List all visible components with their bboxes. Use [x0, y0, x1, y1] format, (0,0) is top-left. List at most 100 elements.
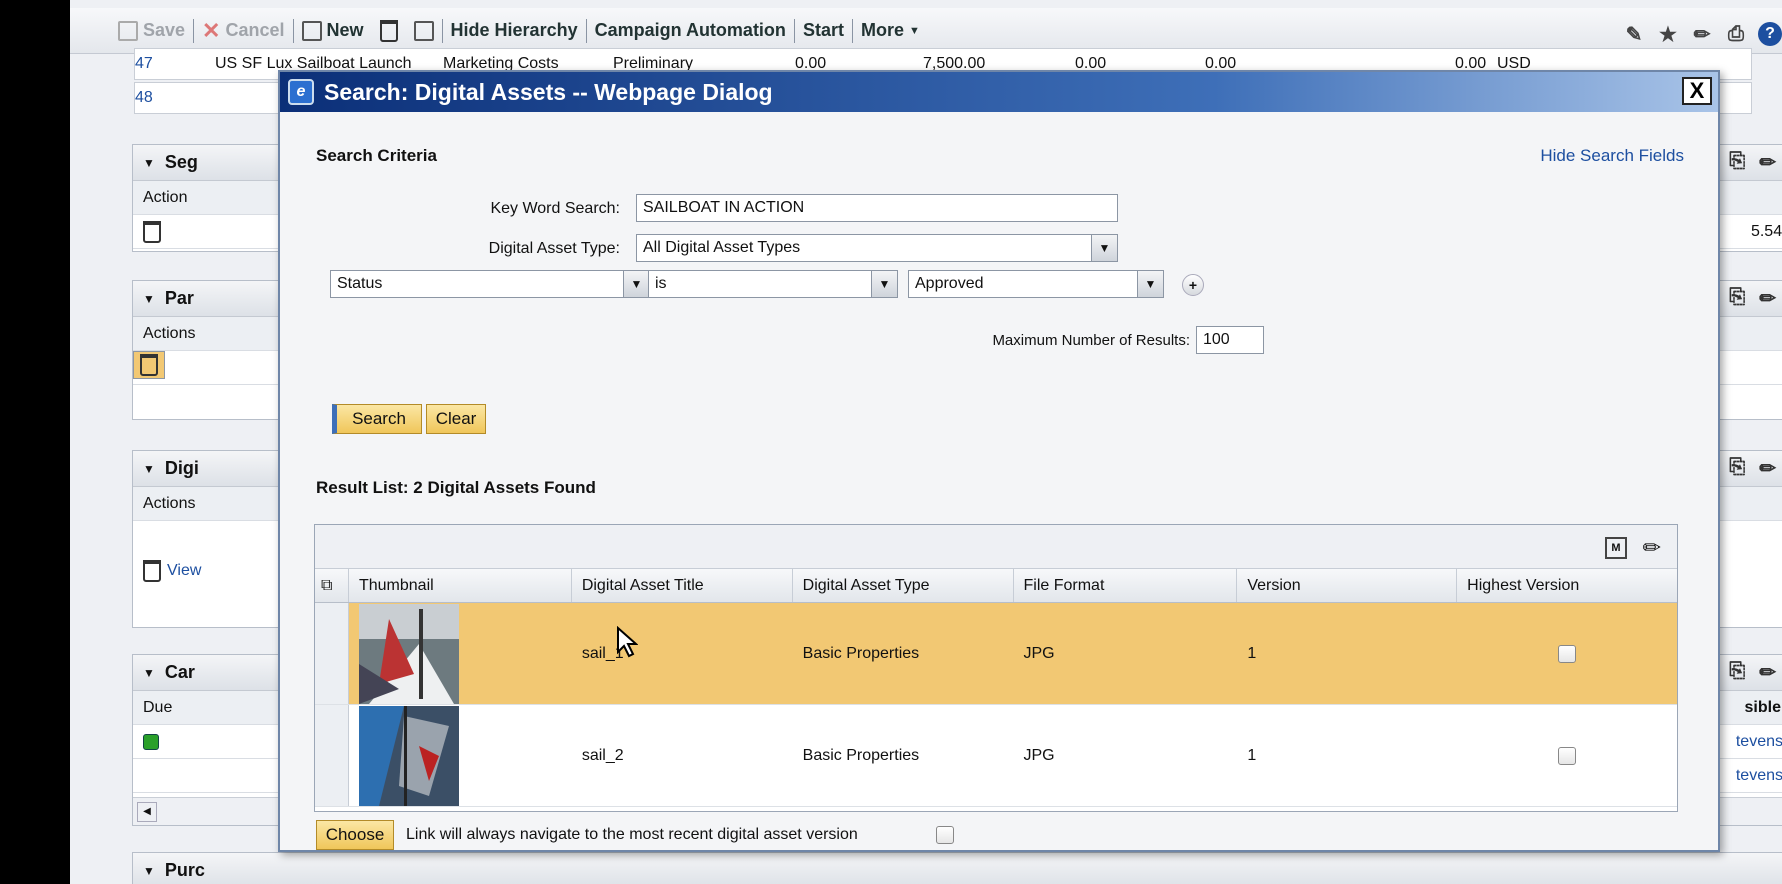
- highest-version-checkbox[interactable]: [1558, 746, 1577, 765]
- hide-hierarchy-button[interactable]: Hide Hierarchy: [443, 20, 586, 41]
- link-note: Link will always navigate to the most re…: [406, 826, 858, 843]
- copy-icon[interactable]: ⎘: [1729, 286, 1745, 311]
- thumbnail-cell: [349, 603, 572, 704]
- dialog-body: Search Criteria Hide Search Fields Key W…: [280, 112, 1718, 850]
- column-header[interactable]: File Format: [1014, 569, 1238, 602]
- new-document-icon: [301, 20, 322, 41]
- sailboat-thumbnail[interactable]: [358, 706, 459, 806]
- campaign-automation-button[interactable]: Campaign Automation: [587, 20, 794, 41]
- copy-icon[interactable]: ⎘: [1729, 456, 1745, 481]
- help-icon[interactable]: ?: [1758, 22, 1782, 46]
- asset-type-label: Digital Asset Type:: [488, 240, 620, 257]
- result-list-title: Result List: 2 Digital Assets Found: [316, 478, 596, 497]
- filter-field-select[interactable]: Status ▼: [330, 270, 650, 298]
- select-all-icon[interactable]: ⧉: [315, 569, 349, 602]
- sailboat-thumbnail[interactable]: [358, 604, 459, 704]
- column-header[interactable]: Thumbnail: [349, 569, 572, 602]
- cancel-button[interactable]: ✕ Cancel: [194, 18, 292, 44]
- favorites-icon[interactable]: ★: [1656, 22, 1680, 46]
- chevron-down-icon: ▼: [908, 24, 920, 37]
- max-results-label: Maximum Number of Results:: [992, 332, 1190, 349]
- panel-tools: ⎘✏⧖: [1729, 456, 1782, 481]
- choose-button[interactable]: Choose: [316, 820, 394, 850]
- copy-icon[interactable]: ⎘: [1729, 150, 1745, 175]
- trash-icon[interactable]: [143, 560, 161, 582]
- table-header: ⧉ Thumbnail Digital Asset Title Digital …: [315, 569, 1677, 603]
- save-button[interactable]: Save: [110, 20, 193, 41]
- panel-row[interactable]: [133, 351, 165, 379]
- copy-button[interactable]: [406, 20, 442, 41]
- filter-operator-select[interactable]: is ▼: [648, 270, 898, 298]
- panel-header[interactable]: ▼ Purc: [133, 853, 1782, 884]
- dialog-title: Search: Digital Assets -- Webpage Dialog: [324, 78, 773, 105]
- delete-button[interactable]: [372, 19, 406, 42]
- trash-icon[interactable]: [140, 354, 158, 376]
- asset-type-cell: Basic Properties: [802, 746, 920, 764]
- more-menu[interactable]: More ▼: [853, 20, 928, 41]
- view-link[interactable]: View: [167, 562, 201, 580]
- table-row[interactable]: sail_2 Basic Properties JPG 1: [315, 705, 1677, 807]
- filter-value-select[interactable]: Approved ▼: [908, 270, 1164, 298]
- edit-icon[interactable]: ✏: [1690, 22, 1714, 46]
- asset-title-cell[interactable]: sail_2: [572, 705, 793, 806]
- file-format-cell: JPG: [1023, 644, 1055, 662]
- file-format-cell: JPG: [1023, 746, 1055, 764]
- close-button[interactable]: X: [1682, 77, 1712, 105]
- mouse-cursor-icon: [617, 626, 638, 658]
- print-icon[interactable]: ⎙: [1724, 22, 1748, 46]
- copy-icon[interactable]: ⎘: [1729, 660, 1745, 685]
- export-excel-icon[interactable]: M: [1605, 537, 1627, 559]
- collapse-icon: ▼: [143, 291, 155, 306]
- search-digital-assets-dialog: e Search: Digital Assets -- Webpage Dial…: [278, 70, 1720, 852]
- chevron-down-icon: ▼: [1137, 271, 1163, 297]
- collapse-icon: ▼: [143, 665, 155, 680]
- add-criteria-icon[interactable]: +: [1182, 274, 1204, 296]
- table-toolbar: M ✏: [315, 525, 1677, 569]
- keyword-search-input[interactable]: SAILBOAT IN ACTION: [636, 194, 1118, 222]
- search-button[interactable]: Search: [332, 404, 422, 434]
- column-header[interactable]: Digital Asset Type: [793, 569, 1014, 602]
- clear-button[interactable]: Clear: [426, 404, 486, 434]
- thumbnail-cell: [349, 705, 572, 806]
- chevron-down-icon: ▼: [1091, 235, 1117, 261]
- collapse-icon: ▼: [143, 461, 155, 476]
- hide-search-fields-link[interactable]: Hide Search Fields: [1540, 146, 1684, 166]
- asset-title-cell[interactable]: sail_1: [572, 603, 793, 704]
- column-header[interactable]: Version: [1237, 569, 1458, 602]
- edit-icon[interactable]: ✏: [1759, 660, 1776, 685]
- edit-icon[interactable]: ✏: [1759, 456, 1776, 481]
- purchase-panel: ▼ Purc: [132, 852, 1782, 884]
- trash-icon[interactable]: [143, 220, 161, 243]
- edit-icon[interactable]: ✏: [1759, 286, 1776, 311]
- dialog-title-bar[interactable]: e Search: Digital Assets -- Webpage Dial…: [280, 72, 1718, 112]
- chevron-down-icon: ▼: [623, 271, 649, 297]
- column-header[interactable]: Digital Asset Title: [572, 569, 793, 602]
- row-selector[interactable]: [315, 705, 349, 806]
- personalize-icon[interactable]: ✎: [1622, 22, 1646, 46]
- version-cell: 1: [1247, 644, 1257, 662]
- edit-icon[interactable]: ✏: [1759, 150, 1776, 175]
- highest-version-cell: [1457, 705, 1677, 806]
- asset-type-select[interactable]: All Digital Asset Types ▼: [636, 234, 1118, 262]
- toolbar-right-icons: ✎ ★ ✏ ⎙ ?: [1622, 22, 1782, 46]
- highest-version-checkbox[interactable]: [1558, 644, 1577, 663]
- panel-tools: ⎘✏⧖: [1729, 150, 1782, 175]
- start-button[interactable]: Start: [795, 20, 852, 41]
- collapse-icon: ▼: [143, 155, 155, 170]
- link-recent-version-checkbox[interactable]: [936, 826, 954, 844]
- table-row[interactable]: sail_1 Basic Properties JPG 1: [315, 603, 1677, 705]
- new-button[interactable]: New: [294, 20, 372, 41]
- row-selector[interactable]: [315, 603, 349, 704]
- column-header[interactable]: Highest Version: [1457, 569, 1677, 602]
- panel-tools: ⎘✏⧖: [1729, 660, 1782, 685]
- scroll-left-icon[interactable]: ◀: [137, 802, 157, 822]
- status-light-icon: [143, 733, 159, 750]
- search-criteria-heading: Search Criteria: [316, 146, 437, 165]
- save-icon: [118, 20, 138, 41]
- cancel-icon: ✕: [202, 17, 221, 43]
- edit-icon[interactable]: ✏: [1643, 535, 1661, 561]
- max-results-input[interactable]: 100: [1196, 326, 1264, 354]
- version-cell: 1: [1247, 746, 1257, 764]
- panel-tools: ⎘✏⧖: [1729, 286, 1782, 311]
- results-table: M ✏ ⧉ Thumbnail Digital Asset Title Digi…: [314, 524, 1678, 812]
